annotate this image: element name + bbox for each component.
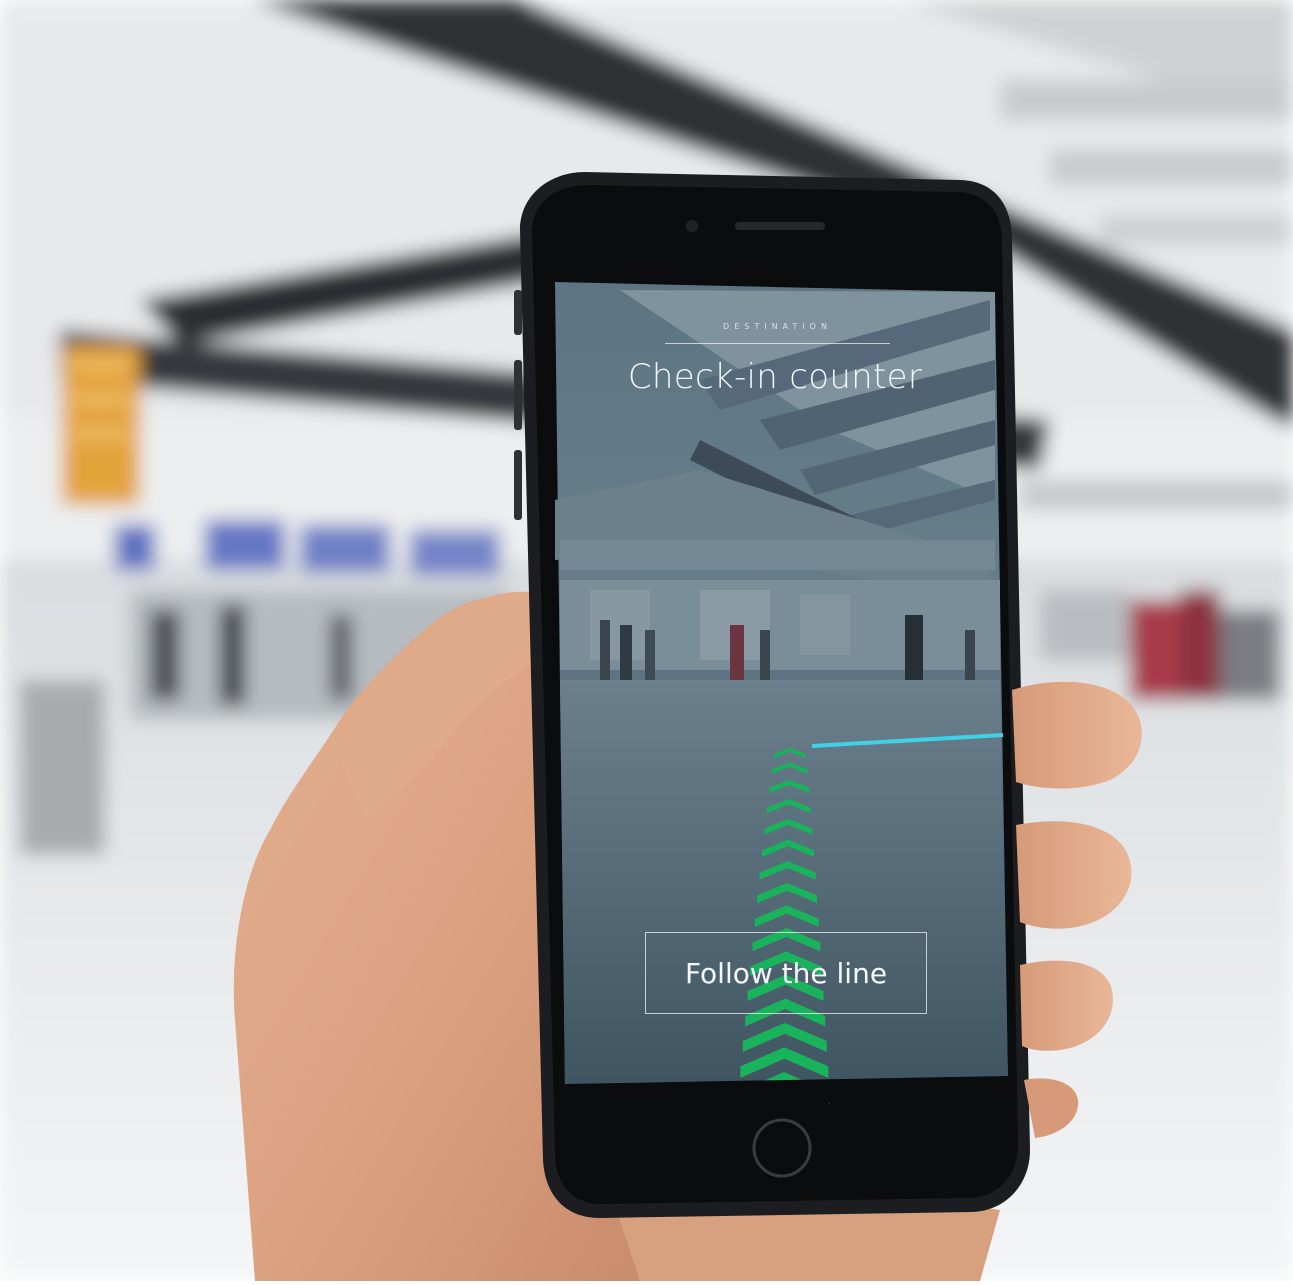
follow-line-button[interactable]: Follow the line [645,932,927,1014]
airport-photo [0,0,1293,1281]
photo-background [0,0,1293,1281]
